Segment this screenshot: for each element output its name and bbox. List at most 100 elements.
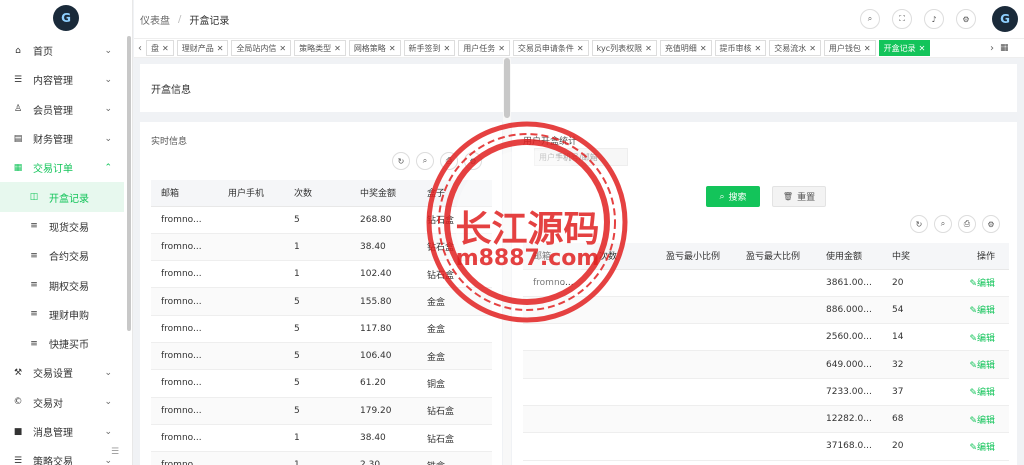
tab-11[interactable]: 交易流水 ✕ (769, 40, 821, 56)
close-icon[interactable]: ✕ (389, 44, 396, 53)
table-row[interactable]: fromno... 1 38.40 钻石盒 (151, 233, 492, 262)
column-header[interactable]: 使用金额 (816, 243, 882, 270)
avatar[interactable]: G (992, 6, 1018, 32)
sidebar-item-4[interactable]: ▦ 交易订单 ⌃ (0, 153, 132, 182)
column-header[interactable]: 中奖 (882, 243, 930, 270)
close-icon[interactable]: ✕ (279, 44, 286, 53)
edit-link[interactable]: ✎编辑 (969, 416, 995, 426)
sidebar-item-10[interactable]: ≡ 快捷买币 (0, 329, 132, 358)
edit-link[interactable]: ✎编辑 (969, 388, 995, 398)
table-row[interactable]: fromno... 5 268.80 钻石盒 (151, 206, 492, 234)
column-header[interactable]: 邮箱 (151, 180, 218, 207)
column-header[interactable]: 操作 (930, 243, 1009, 270)
sidebar-item-11[interactable]: ⚒ 交易设置 ⌄ (0, 358, 132, 387)
sidebar-item-1[interactable]: ☰ 内容管理 ⌄ (0, 65, 132, 94)
column-header[interactable]: 次数 (284, 180, 350, 207)
search-input[interactable]: 用户手机号/邮箱 (534, 148, 628, 166)
close-icon[interactable]: ✕ (755, 44, 762, 53)
fullscreen-icon[interactable]: ⛶ (892, 9, 912, 29)
tab-13[interactable]: 开盒记录 ✕ (878, 40, 931, 56)
sidebar-item-12[interactable]: © 交易对 ⌄ (0, 388, 132, 417)
table-row[interactable]: fromno... 5 179.20 钻石盒 (151, 397, 492, 425)
tab-3[interactable]: 策略类型 ✕ (294, 40, 346, 56)
edit-link[interactable]: ✎编辑 (969, 334, 995, 344)
search-button[interactable]: ⌕ 搜索 (706, 186, 760, 207)
search-icon[interactable]: ⌕ (860, 9, 880, 29)
table-row[interactable]: 2560.00... 14 ✎编辑 (523, 323, 1009, 352)
sidebar-item-9[interactable]: ≡ 理财申购 (0, 300, 132, 329)
close-icon[interactable]: ✕ (700, 44, 707, 53)
column-header[interactable]: 中奖金额 (350, 180, 417, 207)
sidebar-item-0[interactable]: ⌂ 首页 ⌄ (0, 36, 132, 65)
column-header[interactable]: 盈亏最大比例 (736, 243, 816, 270)
tabs-menu-icon[interactable]: ▦ (1000, 43, 1014, 53)
content-scrollbar[interactable] (503, 58, 511, 465)
close-icon[interactable]: ✕ (217, 44, 224, 53)
tab-8[interactable]: kyc列表权限 ✕ (591, 40, 657, 56)
column-header[interactable]: 盒子 (417, 180, 492, 207)
close-icon[interactable]: ✕ (645, 44, 652, 53)
close-icon[interactable]: ✕ (162, 44, 169, 53)
close-icon[interactable]: ✕ (809, 44, 816, 53)
refresh-icon[interactable]: ↻ (910, 215, 928, 233)
sidebar-item-6[interactable]: ≡ 现货交易 (0, 212, 132, 241)
close-icon[interactable]: ✕ (864, 44, 871, 53)
edit-link[interactable]: ✎编辑 (969, 443, 995, 453)
sidebar-item-3[interactable]: ▤ 财务管理 ⌄ (0, 124, 132, 153)
reset-button[interactable]: 🗑 重置 (772, 186, 826, 207)
sidebar-item-7[interactable]: ≡ 合约交易 (0, 241, 132, 270)
edit-link[interactable]: ✎编辑 (969, 306, 995, 316)
tab-7[interactable]: 交易员申请条件 ✕ (512, 40, 589, 56)
settings-icon[interactable]: ⚙ (956, 9, 976, 29)
edit-link[interactable]: ✎编辑 (969, 361, 995, 371)
close-icon[interactable]: ✕ (498, 44, 505, 53)
column-header[interactable]: 用户手机 (218, 180, 284, 207)
tabs-scroll-right-icon[interactable]: › (986, 39, 998, 57)
table-row[interactable]: fromno... 5 106.40 金盒 (151, 342, 492, 371)
table-row[interactable]: fromno... 5 155.80 金盒 (151, 287, 492, 316)
column-header[interactable]: 次数 (589, 243, 656, 270)
breadcrumb-dashboard[interactable]: 仪表盘 (140, 12, 170, 27)
tab-10[interactable]: 提币审核 ✕ (714, 40, 767, 56)
table-row[interactable]: 12282.0... 68 ✎编辑 (523, 405, 1009, 434)
settings-icon[interactable]: ⚙ (464, 152, 482, 170)
edit-link[interactable]: ✎编辑 (969, 279, 995, 289)
tabs-scroll-left-icon[interactable]: ‹ (134, 39, 146, 57)
table-row[interactable]: fromno... 5 61.20 铜盒 (151, 369, 492, 398)
settings-icon[interactable]: ⚙ (982, 215, 1000, 233)
tab-2[interactable]: 全局站内信 ✕ (231, 40, 292, 56)
table-row[interactable]: 7233.00... 37 ✎编辑 (523, 378, 1009, 406)
tab-0[interactable]: 盘 ✕ (146, 40, 174, 56)
table-row[interactable]: fromno... 3861.00... 20 ✎编辑 (523, 269, 1009, 297)
table-row[interactable]: 649.000... 32 ✎编辑 (523, 350, 1009, 379)
close-icon[interactable]: ✕ (444, 44, 451, 53)
sidebar-collapse-icon[interactable]: ☰ (111, 447, 119, 457)
print-icon[interactable]: ⎙ (958, 215, 976, 233)
search-icon[interactable]: ⌕ (934, 215, 952, 233)
table-row[interactable]: 886.000... 54 ✎编辑 (523, 296, 1009, 325)
close-icon[interactable]: ✕ (334, 44, 341, 53)
column-header[interactable]: 盈亏最小比例 (656, 243, 736, 270)
sidebar-item-2[interactable]: ♙ 会员管理 ⌄ (0, 95, 132, 124)
print-icon[interactable]: ⎙ (440, 152, 458, 170)
refresh-icon[interactable]: ↻ (392, 152, 410, 170)
logo[interactable]: G (0, 0, 132, 36)
sidebar-item-8[interactable]: ≡ 期权交易 (0, 270, 132, 299)
sidebar-scrollbar[interactable] (127, 36, 131, 331)
search-icon[interactable]: ⌕ (416, 152, 434, 170)
tab-4[interactable]: 网格策略 ✕ (348, 40, 401, 56)
close-icon[interactable]: ✕ (577, 44, 584, 53)
tab-12[interactable]: 用户钱包 ✕ (823, 40, 876, 56)
close-icon[interactable]: ✕ (919, 44, 926, 53)
tab-9[interactable]: 充值明细 ✕ (659, 40, 712, 56)
tab-5[interactable]: 新手签到 ✕ (403, 40, 456, 56)
table-row[interactable]: fromno... 1 38.40 钻石盒 (151, 424, 492, 453)
tab-1[interactable]: 理财产品 ✕ (176, 40, 229, 56)
sidebar-item-5[interactable]: ◫ 开盒记录 (0, 182, 124, 212)
table-row[interactable]: 37168.0... 20 ✎编辑 (523, 432, 1009, 461)
bell-icon[interactable]: ♪ (924, 9, 944, 29)
content-scrollbar-thumb[interactable] (504, 58, 510, 118)
sidebar-item-13[interactable]: ■ 消息管理 ⌄ (0, 417, 132, 446)
column-header[interactable]: 邮箱 (523, 243, 589, 270)
table-row[interactable]: fromno... 5 117.80 金盒 (151, 315, 492, 343)
